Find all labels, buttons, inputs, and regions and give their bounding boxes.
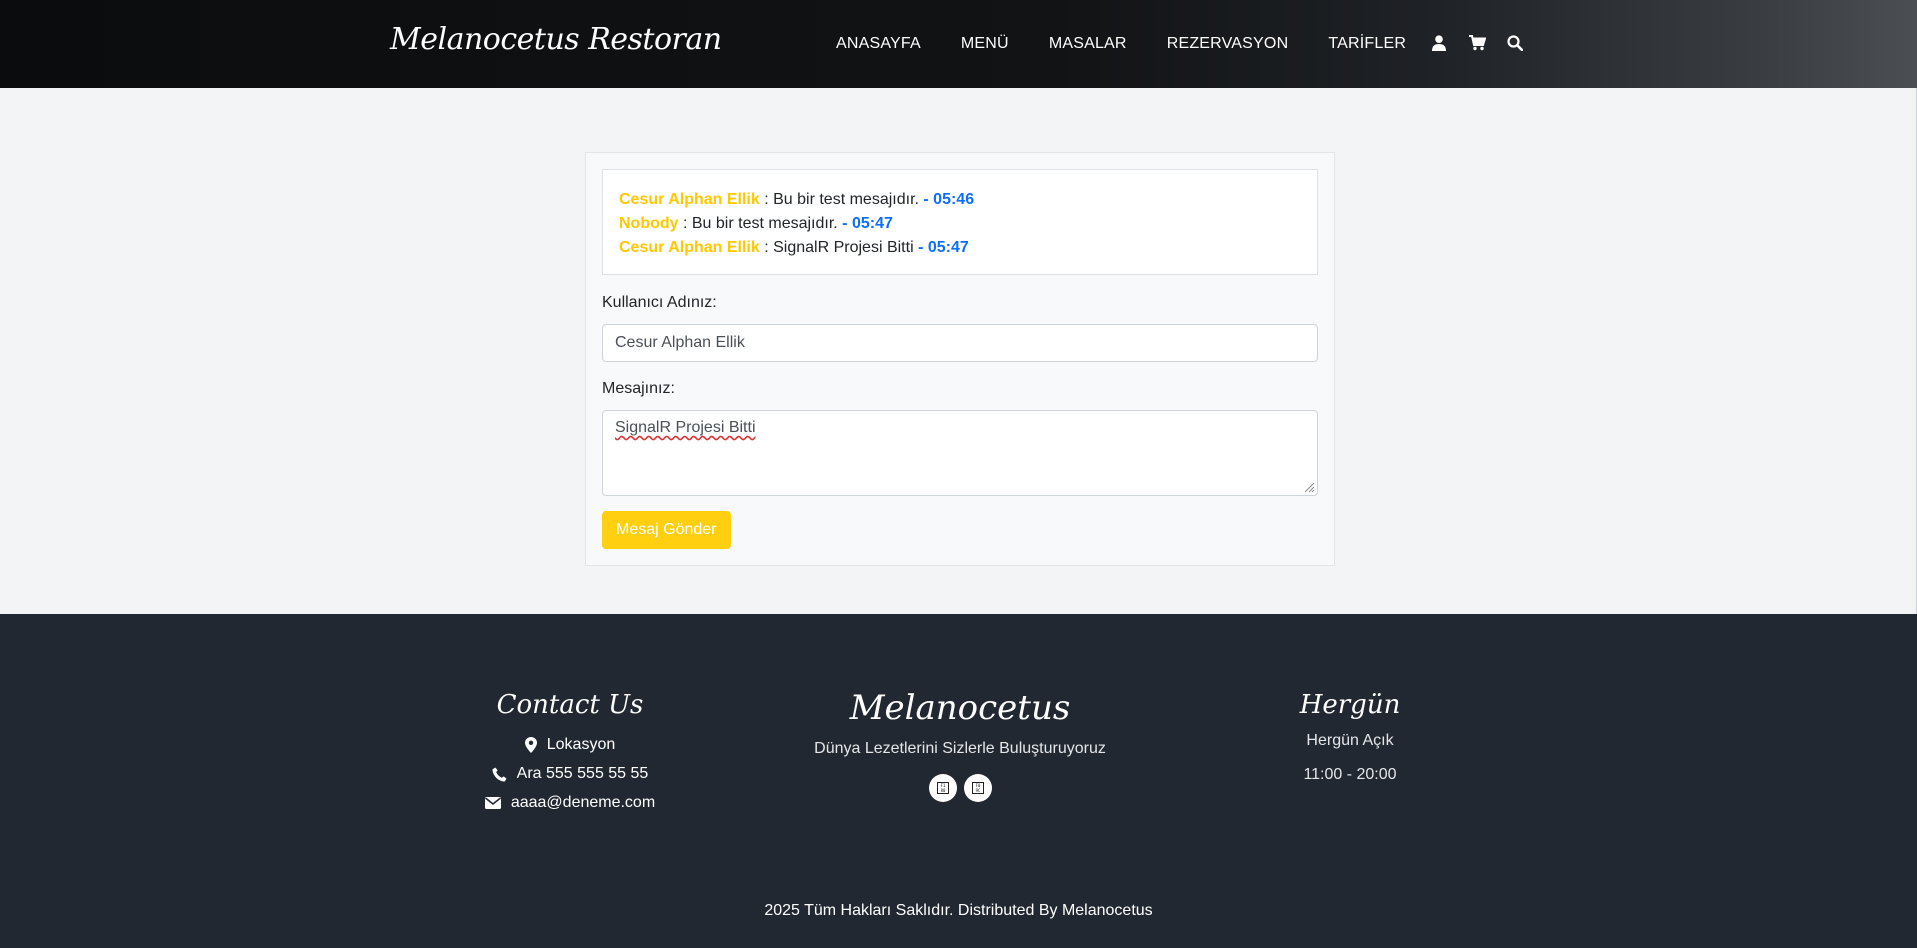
message-text: : SignalR Projesi Bitti [759,239,919,256]
message-user: Nobody [619,215,679,232]
site-header: Melanocetus Restoran ANASAYFA MENÜ MASAL… [0,0,1917,88]
message-label: Mesajınız: [602,380,675,397]
message-list: Cesur Alphan Ellik : Bu bir test mesajıd… [602,169,1318,275]
footer-tagline: Dünya Lezetlerini Sizlerle Buluşturuyoru… [814,740,1106,757]
username-label: Kullanıcı Adınız: [602,294,717,311]
map-marker-icon [524,737,537,753]
footer-brand: Melanocetus Dünya Lezetlerini Sizlerle B… [760,688,1160,802]
footer-contact: Contact Us Lokasyon Ara 555 555 55 55 aa… [460,690,680,812]
hours-title: Hergün [1299,690,1401,720]
email-text: aaaa@deneme.com [510,794,656,811]
svg-text:9C: 9C [975,788,980,793]
facebook-icon[interactable]: F1 80 [928,774,957,802]
message-time: - 05:47 [842,215,893,232]
location-text: Lokasyon [546,736,616,753]
message-textarea[interactable]: SignalR Projesi Bitti [602,410,1318,496]
social-links: F1 80 F0 9C [760,774,1160,802]
message-time: - 05:47 [918,239,969,256]
message-user: Cesur Alphan Ellik [619,239,760,256]
main-content: Cesur Alphan Ellik : Bu bir test mesajıd… [0,88,1917,614]
footer-brand-title: Melanocetus [849,688,1071,728]
cart-icon[interactable] [1468,33,1486,53]
message-text: : Bu bir test mesajıdır. [678,215,843,232]
envelope-icon [484,797,501,809]
twitter-icon[interactable]: F0 9C [963,774,992,802]
site-footer: Contact Us Lokasyon Ara 555 555 55 55 aa… [0,614,1917,948]
nav-icons [1430,33,1524,53]
message-time: - 05:46 [923,191,975,208]
footer-hours: Hergün Hergün Açık 11:00 - 20:00 [1250,690,1450,784]
nav-item-masalar[interactable]: MASALAR [1049,34,1127,54]
user-icon[interactable] [1430,33,1448,53]
nav-item-menu[interactable]: MENÜ [961,34,1009,54]
hours-time: 11:00 - 20:00 [1303,766,1397,783]
message-text: : Bu bir test mesajıdır. [759,191,924,208]
main-nav: ANASAYFA MENÜ MASALAR REZERVASYON TARİFL… [836,34,1446,54]
phone-text: Ara 555 555 55 55 [516,765,649,782]
message-user: Cesur Alphan Ellik [619,191,760,208]
brand-logo[interactable]: Melanocetus Restoran [390,22,722,57]
search-icon[interactable] [1506,33,1524,53]
message-item: Cesur Alphan Ellik : SignalR Projesi Bit… [619,236,1301,260]
copyright-text: 2025 Tüm Hakları Saklıdır. Distributed B… [764,902,1153,919]
send-message-button[interactable]: Mesaj Gönder [602,511,731,549]
resize-grip-icon[interactable] [1303,481,1315,493]
nav-item-tarifler[interactable]: TARİFLER [1328,34,1406,54]
contact-title: Contact Us [496,690,644,720]
message-textarea-value: SignalR Projesi Bitti [615,419,756,436]
message-item: Cesur Alphan Ellik : Bu bir test mesajıd… [619,188,1301,212]
hours-days: Hergün Açık [1306,732,1394,749]
nav-item-rezervasyon[interactable]: REZERVASYON [1167,34,1289,54]
chat-card: Cesur Alphan Ellik : Bu bir test mesajıd… [585,152,1335,566]
message-item: Nobody : Bu bir test mesajıdır. - 05:47 [619,212,1301,236]
phone-icon [492,766,507,782]
contact-phone[interactable]: Ara 555 555 55 55 [460,765,680,783]
svg-text:80: 80 [940,788,945,793]
contact-location[interactable]: Lokasyon [460,736,680,754]
nav-item-anasayfa[interactable]: ANASAYFA [836,34,921,54]
username-input[interactable] [602,324,1318,362]
contact-email[interactable]: aaaa@deneme.com [460,794,680,812]
